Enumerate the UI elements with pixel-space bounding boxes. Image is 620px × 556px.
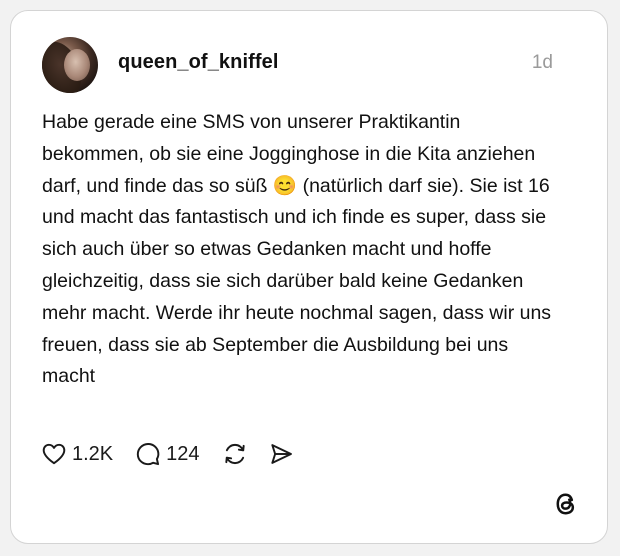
repost-button[interactable] — [222, 441, 248, 467]
post-card: queen_of_kniffel 1d Habe gerade eine SMS… — [10, 10, 608, 544]
repost-icon — [222, 441, 248, 467]
reply-button[interactable]: 124 — [135, 441, 200, 467]
post-text: Habe gerade eine SMS von unserer Praktik… — [42, 111, 552, 388]
like-count: 1.2K — [72, 442, 114, 465]
avatar-face — [64, 49, 90, 81]
speech-bubble-icon — [135, 441, 161, 467]
avatar[interactable] — [42, 37, 98, 93]
heart-icon — [41, 441, 67, 467]
like-button[interactable]: 1.2K — [41, 441, 113, 467]
send-icon — [268, 441, 294, 467]
share-button[interactable] — [268, 441, 294, 467]
post-time: 1d — [531, 52, 553, 73]
threads-logo-icon — [553, 491, 579, 517]
reply-count: 124 — [166, 442, 200, 465]
action-bar: 1.2K 124 — [41, 439, 294, 469]
username[interactable]: queen_of_kniffel — [118, 51, 279, 74]
